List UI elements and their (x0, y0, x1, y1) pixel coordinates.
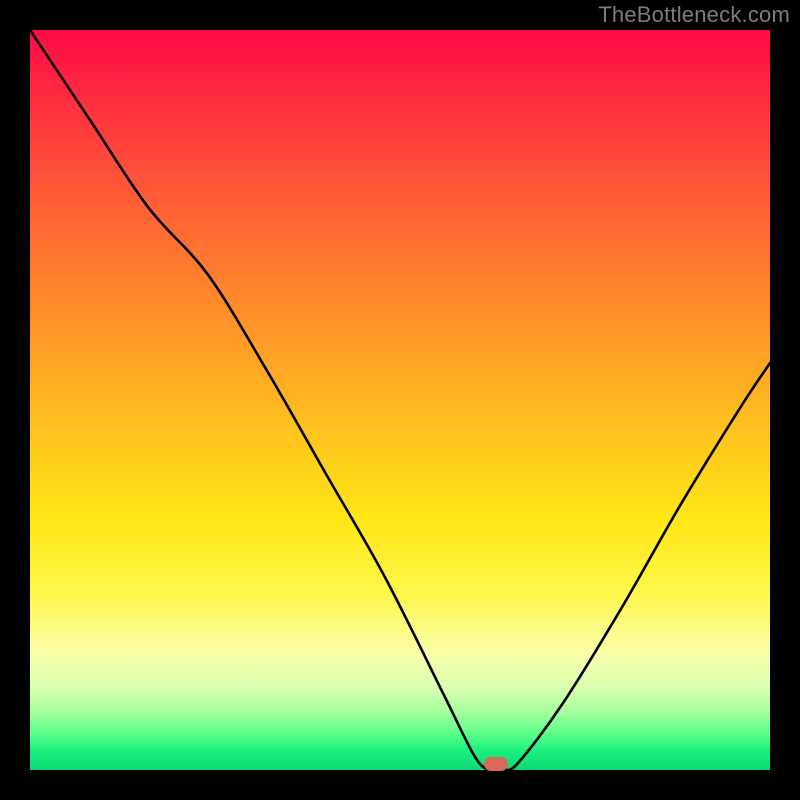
optimal-marker (484, 757, 508, 771)
plot-area (30, 30, 770, 770)
bottleneck-curve (30, 30, 770, 770)
chart-frame: TheBottleneck.com (0, 0, 800, 800)
attribution-text: TheBottleneck.com (598, 2, 790, 28)
